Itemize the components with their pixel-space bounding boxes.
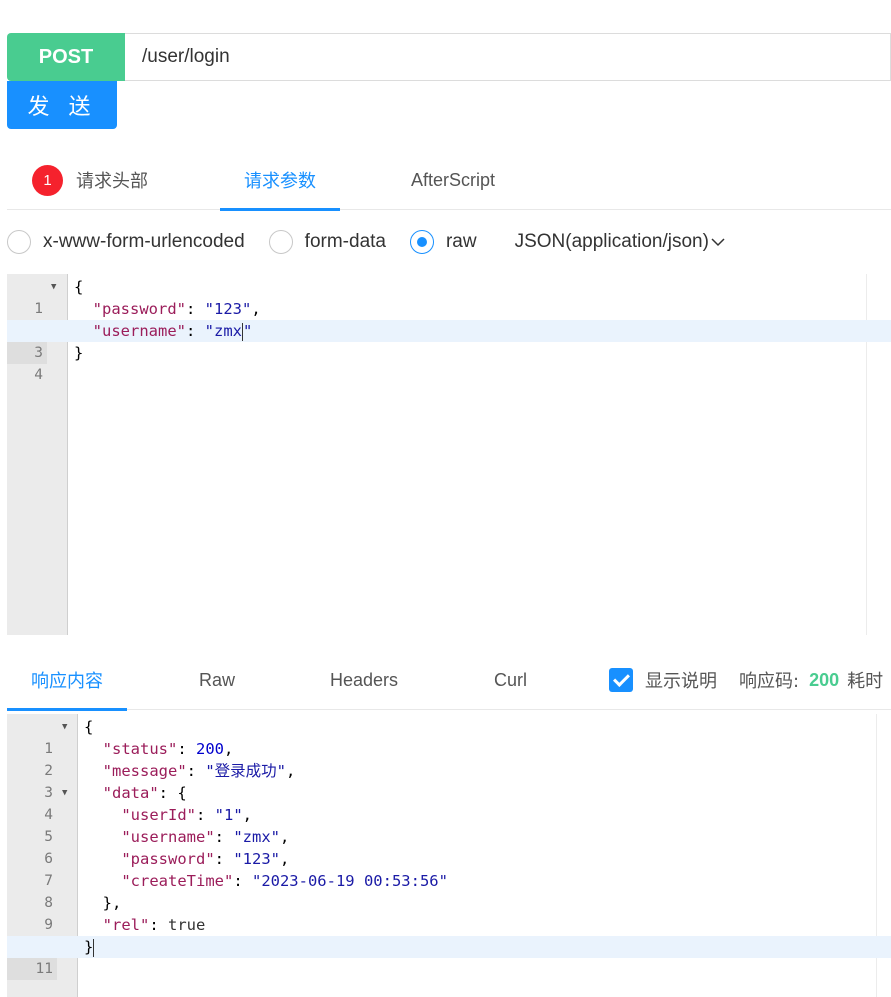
fold-arrow-icon[interactable]: ▼ (51, 276, 56, 298)
content-type-label: JSON(application/json) (514, 231, 709, 252)
json-value: "123" (204, 300, 252, 318)
code-line: 9 }, (7, 892, 891, 933)
code-line-active: 11 } (7, 936, 891, 980)
send-button[interactable]: 发 送 (7, 81, 117, 129)
code-line: 7 "password": "123", (7, 848, 891, 889)
tab-curl[interactable]: Curl (494, 650, 527, 710)
json-value: "1" (214, 806, 243, 824)
json-value: "zmx (204, 322, 242, 340)
line-number: 4 (34, 367, 43, 383)
json-value: "123" (233, 850, 280, 868)
tab-label: 请求参数 (244, 171, 316, 192)
show-description-checkbox[interactable] (609, 668, 633, 692)
json-value: true (168, 916, 206, 934)
code-line-active: 3 "username": "zmx" (7, 320, 891, 364)
line-number: 11 (7, 958, 57, 980)
code-line: 2 "password": "123", (7, 298, 891, 339)
fold-arrow-icon[interactable]: ▼ (62, 782, 67, 804)
radio-label: form-data (304, 231, 386, 252)
status-code-label: 响应码: (739, 671, 800, 692)
tab-label: Raw (199, 669, 236, 690)
tab-label: 响应内容 (31, 671, 103, 692)
fold-arrow-icon[interactable]: ▼ (62, 716, 67, 738)
tab-label: Headers (330, 669, 399, 690)
radio-urlencoded[interactable]: x-www-form-urlencoded (7, 230, 245, 254)
code-line: 1 ▼ { (7, 716, 891, 757)
code-line: 2 "status": 200, (7, 738, 891, 779)
text-cursor (93, 938, 95, 957)
code-line: 3 "message": "登录成功", (7, 760, 891, 801)
elapsed-time-label: 耗时 (847, 671, 884, 692)
radio-raw[interactable]: raw (409, 230, 477, 254)
json-key: "username" (121, 828, 215, 846)
json-key: "password" (92, 300, 186, 318)
request-tabs: 1 请求头部 请求参数 AfterScript (7, 150, 891, 211)
chevron-down-icon (711, 238, 725, 247)
json-value: 200 (196, 740, 224, 758)
radio-label: raw (445, 231, 477, 252)
show-description-label: 显示说明 (645, 671, 717, 692)
code-line: 8 "createTime": "2023-06-19 00:53:56" (7, 870, 891, 911)
tab-label: AfterScript (411, 169, 496, 190)
code-line: 4 ▼ "data": { (7, 782, 891, 823)
url-input[interactable] (125, 33, 891, 81)
json-value: "登录成功" (205, 762, 287, 780)
response-meta: 显示说明 响应码: 200 耗时 (609, 650, 883, 710)
json-key: "username" (92, 322, 186, 340)
url-bar: POST (7, 33, 891, 81)
tab-headers[interactable]: Headers (330, 650, 398, 710)
headers-count-badge: 1 (32, 164, 63, 196)
json-key: "userId" (121, 806, 196, 824)
code-line: 1 ▼ { (7, 276, 891, 317)
status-code-value: 200 (809, 669, 840, 690)
tab-response-content[interactable]: 响应内容 (7, 650, 127, 711)
json-key: "message" (102, 762, 187, 780)
radio-form-data[interactable]: form-data (268, 230, 386, 254)
json-key: "createTime" (121, 872, 234, 890)
content-type-select[interactable]: JSON(application/json) (515, 231, 725, 253)
radio-circle[interactable] (268, 230, 293, 254)
json-key: "rel" (102, 916, 150, 934)
code-line: 4 } (7, 342, 891, 383)
method-badge[interactable]: POST (7, 33, 125, 81)
code-line: 5 "userId": "1", (7, 804, 891, 845)
tab-afterscript[interactable]: AfterScript (411, 150, 495, 210)
json-value: "2023-06-19 00:53:56" (251, 872, 448, 890)
radio-circle[interactable] (409, 230, 434, 254)
response-body-editor[interactable]: 1 ▼ { 2 "status": 200, 3 "message": "登录成… (7, 714, 891, 997)
tab-request-headers[interactable]: 1 请求头部 (32, 150, 148, 210)
radio-label: x-www-form-urlencoded (43, 231, 245, 252)
json-value: "zmx" (233, 828, 280, 846)
code-line: 10 "rel": true (7, 914, 891, 955)
json-key: "data" (102, 784, 159, 802)
body-type-selector: x-www-form-urlencoded form-data raw JSON… (7, 222, 725, 262)
tab-raw[interactable]: Raw (199, 650, 235, 710)
json-key: "status" (102, 740, 178, 758)
tab-label: Curl (494, 669, 528, 690)
tab-label: 请求头部 (76, 171, 148, 192)
tab-request-params[interactable]: 请求参数 (220, 150, 340, 211)
json-key: "password" (121, 850, 215, 868)
code-line: 6 "username": "zmx", (7, 826, 891, 867)
radio-circle[interactable] (7, 230, 31, 254)
request-body-editor[interactable]: 1 ▼ { 2 "password": "123", 3 "username":… (7, 274, 891, 635)
